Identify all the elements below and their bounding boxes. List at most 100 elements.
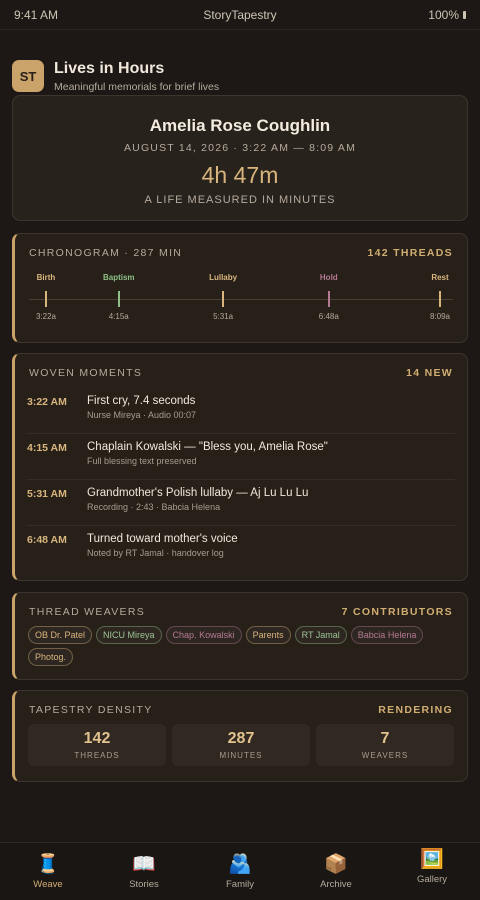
stat-label: MINUTES	[219, 751, 263, 760]
duration-caption: A LIFE MEASURED IN MINUTES	[144, 194, 336, 206]
status-app-name: StoryTapestry	[203, 7, 277, 22]
tick-label: Baptism	[102, 273, 135, 282]
tick-label: Rest	[431, 273, 449, 282]
density-title: TAPESTRY DENSITY	[29, 704, 153, 716]
density-stats: 142 THREADS 287 MINUTES 7 WEAVERS	[28, 724, 454, 766]
tab-gallery[interactable]: 🖼️ Gallery	[384, 843, 480, 900]
tab-weave[interactable]: 🧵 Weave	[0, 843, 96, 900]
tick-label: Birth	[36, 273, 56, 282]
contributor-chip[interactable]: NICU Mireya	[96, 626, 162, 644]
moment-title: Grandmother's Polish lullaby — Aj Lu Lu …	[87, 487, 309, 499]
child-name: Amelia Rose Coughlin	[149, 116, 331, 135]
chronogram-header: CHRONOGRAM · 287 MIN 142 THREADS	[15, 247, 467, 259]
contributor-chip[interactable]: Parents	[245, 626, 291, 644]
tick-marker	[327, 291, 330, 307]
contributor-count: 7 CONTRIBUTORS	[341, 606, 453, 618]
thread-weavers-card: THREAD WEAVERS 7 CONTRIBUTORS OB Dr. Pat…	[12, 592, 468, 680]
contributor-chip[interactable]: Photog.	[28, 648, 74, 666]
moments-title: WOVEN MOMENTS	[29, 367, 143, 379]
moment-time: 3:22 AM	[27, 396, 67, 408]
woven-moments-card: WOVEN MOMENTS 14 NEW 3:22 AM First cry, …	[12, 353, 468, 581]
tick-marker	[117, 291, 120, 307]
thread-count: 142 THREADS	[367, 247, 453, 259]
chronogram-timeline: Birth 3:22a Baptism 4:15a Lullaby 5:31a Hold 6:…	[29, 273, 453, 333]
moment-item[interactable]: 3:22 AM First cry, 7.4 seconds Nurse Mire…	[27, 388, 455, 434]
bottom-tab-bar: 🧵 Weave 📖 Stories 🫂 Family 📦 Archive 🖼️ Galle…	[0, 842, 480, 900]
tab-label: Weave	[33, 879, 63, 890]
moment-detail: Recording · 2:43 · Babcia Helena	[87, 502, 221, 512]
tick-time: 6:48a	[318, 312, 339, 321]
life-dates: AUGUST 14, 2026 · 3:22 AM — 8:09 AM	[123, 142, 357, 154]
tick-marker	[45, 291, 47, 307]
page-subtitle: Meaningful memorials for brief lives	[54, 80, 220, 93]
tick-time: 5:31a	[213, 312, 234, 321]
moment-item[interactable]: 5:31 AM Grandmother's Polish lullaby — A…	[27, 480, 455, 526]
timeline-tick[interactable]: Hold 6:48a	[299, 273, 359, 321]
stat-value: 7	[380, 730, 390, 747]
memorial-hero-card[interactable]: Amelia Rose Coughlin AUGUST 14, 2026 · 3…	[12, 95, 468, 221]
stat-weavers: 7 WEAVERS	[316, 724, 454, 766]
stat-threads: 142 THREADS	[28, 724, 166, 766]
contributor-chip[interactable]: Chap. Kowalski	[165, 626, 242, 644]
timeline-tick[interactable]: Rest 8:09a	[410, 273, 470, 321]
timeline-tick[interactable]: Birth 3:22a	[16, 273, 76, 321]
tick-time: 8:09a	[429, 312, 451, 321]
moment-detail: Nurse Mireya · Audio 00:07	[87, 410, 197, 420]
stat-value: 142	[83, 730, 111, 747]
tab-family[interactable]: 🫂 Family	[192, 843, 288, 900]
contributor-chip[interactable]: RT Jamal	[294, 626, 347, 644]
app-logo: ST	[12, 60, 44, 92]
stat-label: WEAVERS	[361, 751, 409, 760]
weavers-header: THREAD WEAVERS 7 CONTRIBUTORS	[15, 606, 467, 618]
tab-label: Archive	[320, 879, 352, 890]
tick-marker	[222, 291, 225, 307]
tick-label: Hold	[319, 273, 338, 282]
page-title: Lives in Hours	[54, 59, 165, 77]
contributor-chips: OB Dr. Patel NICU Mireya Chap. Kowalski …	[28, 626, 454, 666]
stat-value: 287	[227, 730, 255, 747]
moment-detail: Full blessing text preserved	[87, 456, 197, 466]
battery-icon	[463, 10, 466, 19]
moment-time: 6:48 AM	[27, 534, 67, 546]
chronogram-card[interactable]: CHRONOGRAM · 287 MIN 142 THREADS Birth 3:…	[12, 233, 468, 343]
status-bar: 9:41 AM StoryTapestry 100%	[0, 0, 480, 30]
moments-list: 3:22 AM First cry, 7.4 seconds Nurse Mire…	[27, 388, 455, 572]
moment-detail: Noted by RT Jamal · handover log	[87, 548, 224, 558]
moment-title: Turned toward mother's voice	[87, 533, 238, 545]
stat-minutes: 287 MINUTES	[172, 724, 310, 766]
tab-archive[interactable]: 📦 Archive	[288, 843, 384, 900]
moments-header: WOVEN MOMENTS 14 NEW	[15, 367, 467, 379]
status-time: 9:41 AM	[14, 7, 59, 22]
tab-label: Gallery	[416, 874, 448, 885]
moment-title: Chaplain Kowalski — "Bless you, Amelia R…	[87, 441, 328, 453]
tab-stories[interactable]: 📖 Stories	[96, 843, 192, 900]
density-header: TAPESTRY DENSITY RENDERING	[15, 704, 467, 716]
rendering-status: RENDERING	[378, 704, 453, 716]
tick-label: Lullaby	[209, 273, 238, 282]
thread-spool-icon: 🧵	[36, 854, 60, 875]
open-book-icon: 📖	[132, 854, 156, 875]
framed-picture-icon: 🖼️	[420, 849, 444, 870]
stat-label: THREADS	[74, 751, 120, 760]
tick-time: 3:22a	[35, 312, 57, 321]
moment-item[interactable]: 4:15 AM Chaplain Kowalski — "Bless you, …	[27, 434, 455, 480]
moments-new-count: 14 NEW	[406, 367, 453, 379]
moment-time: 5:31 AM	[27, 488, 67, 500]
battery-indicator: 100%	[428, 8, 466, 22]
battery-percent: 100%	[428, 7, 459, 22]
tab-label: Family	[226, 879, 254, 890]
timeline-tick[interactable]: Baptism 4:15a	[89, 273, 149, 321]
moment-time: 4:15 AM	[27, 442, 67, 454]
box-icon: 📦	[324, 854, 348, 875]
moment-item[interactable]: 6:48 AM Turned toward mother's voice Note…	[27, 526, 455, 572]
tapestry-density-card: TAPESTRY DENSITY RENDERING 142 THREADS 28…	[12, 690, 468, 782]
family-icon: 🫂	[228, 854, 252, 875]
tab-label: Stories	[129, 879, 159, 890]
tick-time: 4:15a	[108, 312, 129, 321]
contributor-chip[interactable]: OB Dr. Patel	[28, 626, 93, 644]
contributor-chip[interactable]: Babcia Helena	[350, 626, 424, 644]
timeline-tick[interactable]: Lullaby 5:31a	[193, 273, 253, 321]
life-duration: 4h 47m	[201, 162, 279, 188]
tick-marker	[439, 291, 441, 307]
weavers-title: THREAD WEAVERS	[29, 606, 146, 618]
